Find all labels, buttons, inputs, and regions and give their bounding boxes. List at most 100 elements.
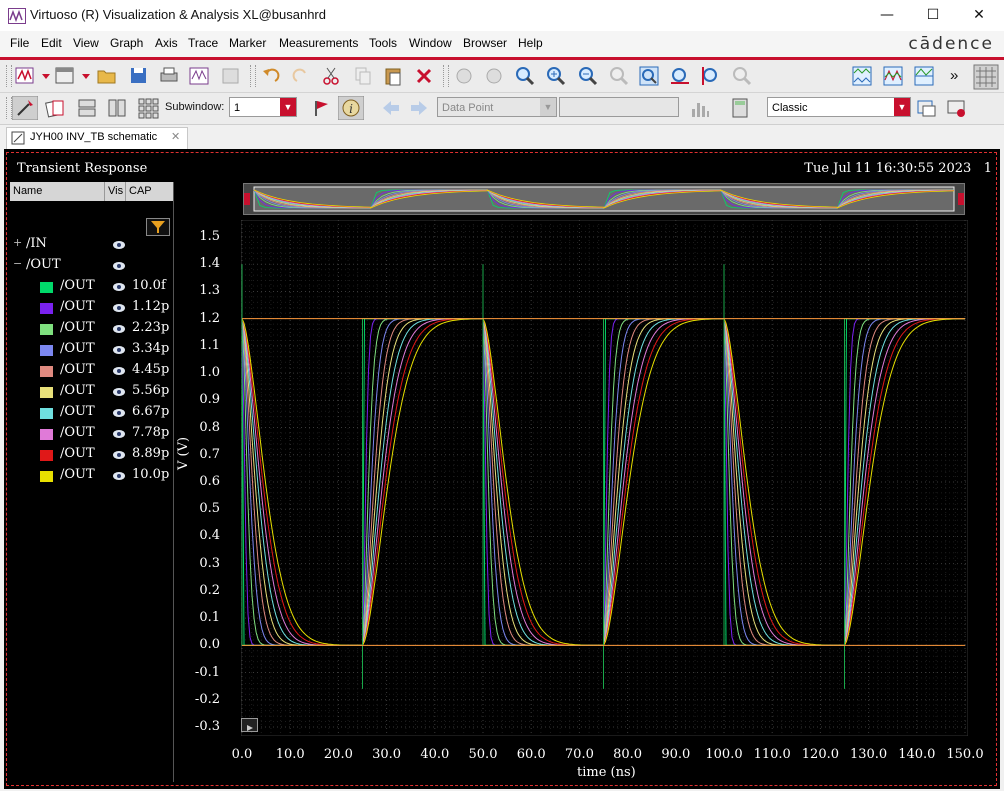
horizontal-split-icon[interactable]: [76, 97, 98, 119]
zoom-fit-icon[interactable]: [638, 65, 660, 87]
x-tick-label: 70.0: [564, 747, 594, 762]
zoom-y-axis-icon[interactable]: [700, 65, 722, 87]
open-folder-icon[interactable]: [96, 65, 118, 87]
visibility-eye-icon[interactable]: [113, 430, 125, 438]
menu-measurements[interactable]: Measurements: [279, 36, 358, 50]
menu-axis[interactable]: Axis: [155, 36, 178, 50]
visibility-eye-icon[interactable]: [113, 325, 125, 333]
toolbar-grip[interactable]: [443, 65, 449, 87]
menu-browser[interactable]: Browser: [463, 36, 507, 50]
menu-trace[interactable]: Trace: [188, 36, 218, 50]
trace-item[interactable]: /OUT 6.67p: [10, 404, 173, 424]
trace-item[interactable]: /OUT 8.89p: [10, 446, 173, 466]
menu-marker[interactable]: Marker: [229, 36, 266, 50]
delete-icon[interactable]: [413, 65, 435, 87]
tree-item-out[interactable]: −/OUT: [10, 257, 173, 277]
visibility-eye-icon[interactable]: [113, 304, 125, 312]
trace-label: /OUT: [60, 404, 95, 419]
column-vis[interactable]: Vis: [108, 185, 123, 197]
zoom-previous-icon: [456, 68, 472, 84]
trace-label: /OUT: [60, 425, 95, 440]
tab-close-icon[interactable]: ✕: [171, 130, 180, 143]
select-tool-icon[interactable]: [12, 96, 38, 120]
x-tick-label: 30.0: [372, 747, 402, 762]
x-tick-label: 150.0: [946, 747, 984, 762]
tab-schematic[interactable]: JYH00 INV_TB schematic ✕: [6, 127, 188, 149]
visibility-eye-icon[interactable]: [113, 388, 125, 396]
zoom-in-icon[interactable]: [545, 65, 567, 87]
minimize-button[interactable]: —: [864, 0, 910, 31]
vertical-split-icon[interactable]: [106, 97, 128, 119]
menu-window[interactable]: Window: [409, 36, 452, 50]
toolbar-grip[interactable]: [250, 65, 256, 87]
trace-item[interactable]: /OUT 5.56p: [10, 383, 173, 403]
filter-icon[interactable]: [146, 218, 170, 236]
expander-icon[interactable]: −: [13, 257, 22, 270]
overlay-chart-icon[interactable]: [882, 65, 904, 87]
toolbar-grip[interactable]: [6, 65, 12, 87]
view-options-icon[interactable]: [945, 97, 967, 119]
toolbar-overflow-button[interactable]: »: [950, 67, 958, 84]
group-label: /OUT: [26, 257, 61, 272]
cards-icon[interactable]: [44, 97, 66, 119]
subwindow-select[interactable]: 1 ▼: [229, 97, 297, 117]
menu-tools[interactable]: Tools: [369, 36, 397, 50]
zoom-icon[interactable]: [514, 65, 536, 87]
overview-scrollbar[interactable]: [243, 183, 965, 215]
waveform-plot[interactable]: [241, 220, 968, 736]
visibility-eye-icon[interactable]: [113, 409, 125, 417]
visibility-eye-icon[interactable]: [113, 283, 125, 291]
maximize-button[interactable]: ☐: [910, 0, 956, 31]
visibility-eye-icon[interactable]: [113, 367, 125, 375]
close-button[interactable]: ✕: [956, 0, 1002, 31]
new-window-icon[interactable]: [14, 65, 36, 87]
paste-icon[interactable]: [382, 65, 404, 87]
strip-chart-icon[interactable]: [851, 65, 873, 87]
trace-color-swatch: [40, 450, 53, 461]
trace-item[interactable]: /OUT 1.12p: [10, 299, 173, 319]
waveform-icon[interactable]: [188, 65, 210, 87]
calculator-icon[interactable]: [729, 97, 751, 119]
trace-item[interactable]: /OUT 10.0p: [10, 467, 173, 487]
info-icon[interactable]: i: [338, 96, 364, 120]
trace-item[interactable]: /OUT 3.34p: [10, 341, 173, 361]
arrow-left-icon: [383, 101, 399, 115]
window-settings-icon[interactable]: [915, 97, 937, 119]
column-cap[interactable]: CAP: [129, 185, 152, 197]
undo-icon[interactable]: [260, 65, 282, 87]
style-select[interactable]: Classic ▼: [767, 97, 911, 117]
x-tick-label: 100.0: [705, 747, 743, 762]
trace-cap-value: 6.67p: [132, 404, 170, 419]
save-icon[interactable]: [128, 65, 150, 87]
new-subwindow-icon[interactable]: [54, 65, 76, 87]
visibility-eye-icon[interactable]: [113, 472, 125, 480]
split-chart-icon[interactable]: [913, 65, 935, 87]
visibility-eye-icon[interactable]: [113, 262, 125, 270]
grid-layout-icon[interactable]: [137, 97, 159, 119]
visibility-eye-icon[interactable]: [113, 451, 125, 459]
x-tick-label: 90.0: [661, 747, 691, 762]
trace-cap-value: 4.45p: [132, 362, 170, 377]
menu-graph[interactable]: Graph: [110, 36, 143, 50]
print-icon[interactable]: [158, 65, 180, 87]
zoom-x-axis-icon[interactable]: [669, 65, 691, 87]
menu-view[interactable]: View: [73, 36, 99, 50]
trace-item[interactable]: /OUT 7.78p: [10, 425, 173, 445]
flag-icon[interactable]: [310, 97, 332, 119]
trace-item[interactable]: /OUT 2.23p: [10, 320, 173, 340]
visibility-eye-icon[interactable]: [113, 346, 125, 354]
trace-item[interactable]: /OUT 10.0f: [10, 278, 173, 298]
visibility-eye-icon[interactable]: [113, 241, 125, 249]
zoom-out-icon[interactable]: [577, 65, 599, 87]
cut-icon[interactable]: [320, 65, 342, 87]
tree-item-in[interactable]: + /IN: [10, 236, 173, 256]
trace-item[interactable]: /OUT 4.45p: [10, 362, 173, 382]
menu-edit[interactable]: Edit: [41, 36, 62, 50]
menu-file[interactable]: File: [10, 36, 29, 50]
grid-toggle-icon[interactable]: [973, 64, 999, 90]
menu-help[interactable]: Help: [518, 36, 543, 50]
column-name[interactable]: Name: [13, 185, 42, 197]
expander-icon[interactable]: +: [13, 236, 22, 249]
window-title: Virtuoso (R) Visualization & Analysis XL…: [30, 7, 326, 22]
plot-options-button[interactable]: [241, 718, 258, 732]
